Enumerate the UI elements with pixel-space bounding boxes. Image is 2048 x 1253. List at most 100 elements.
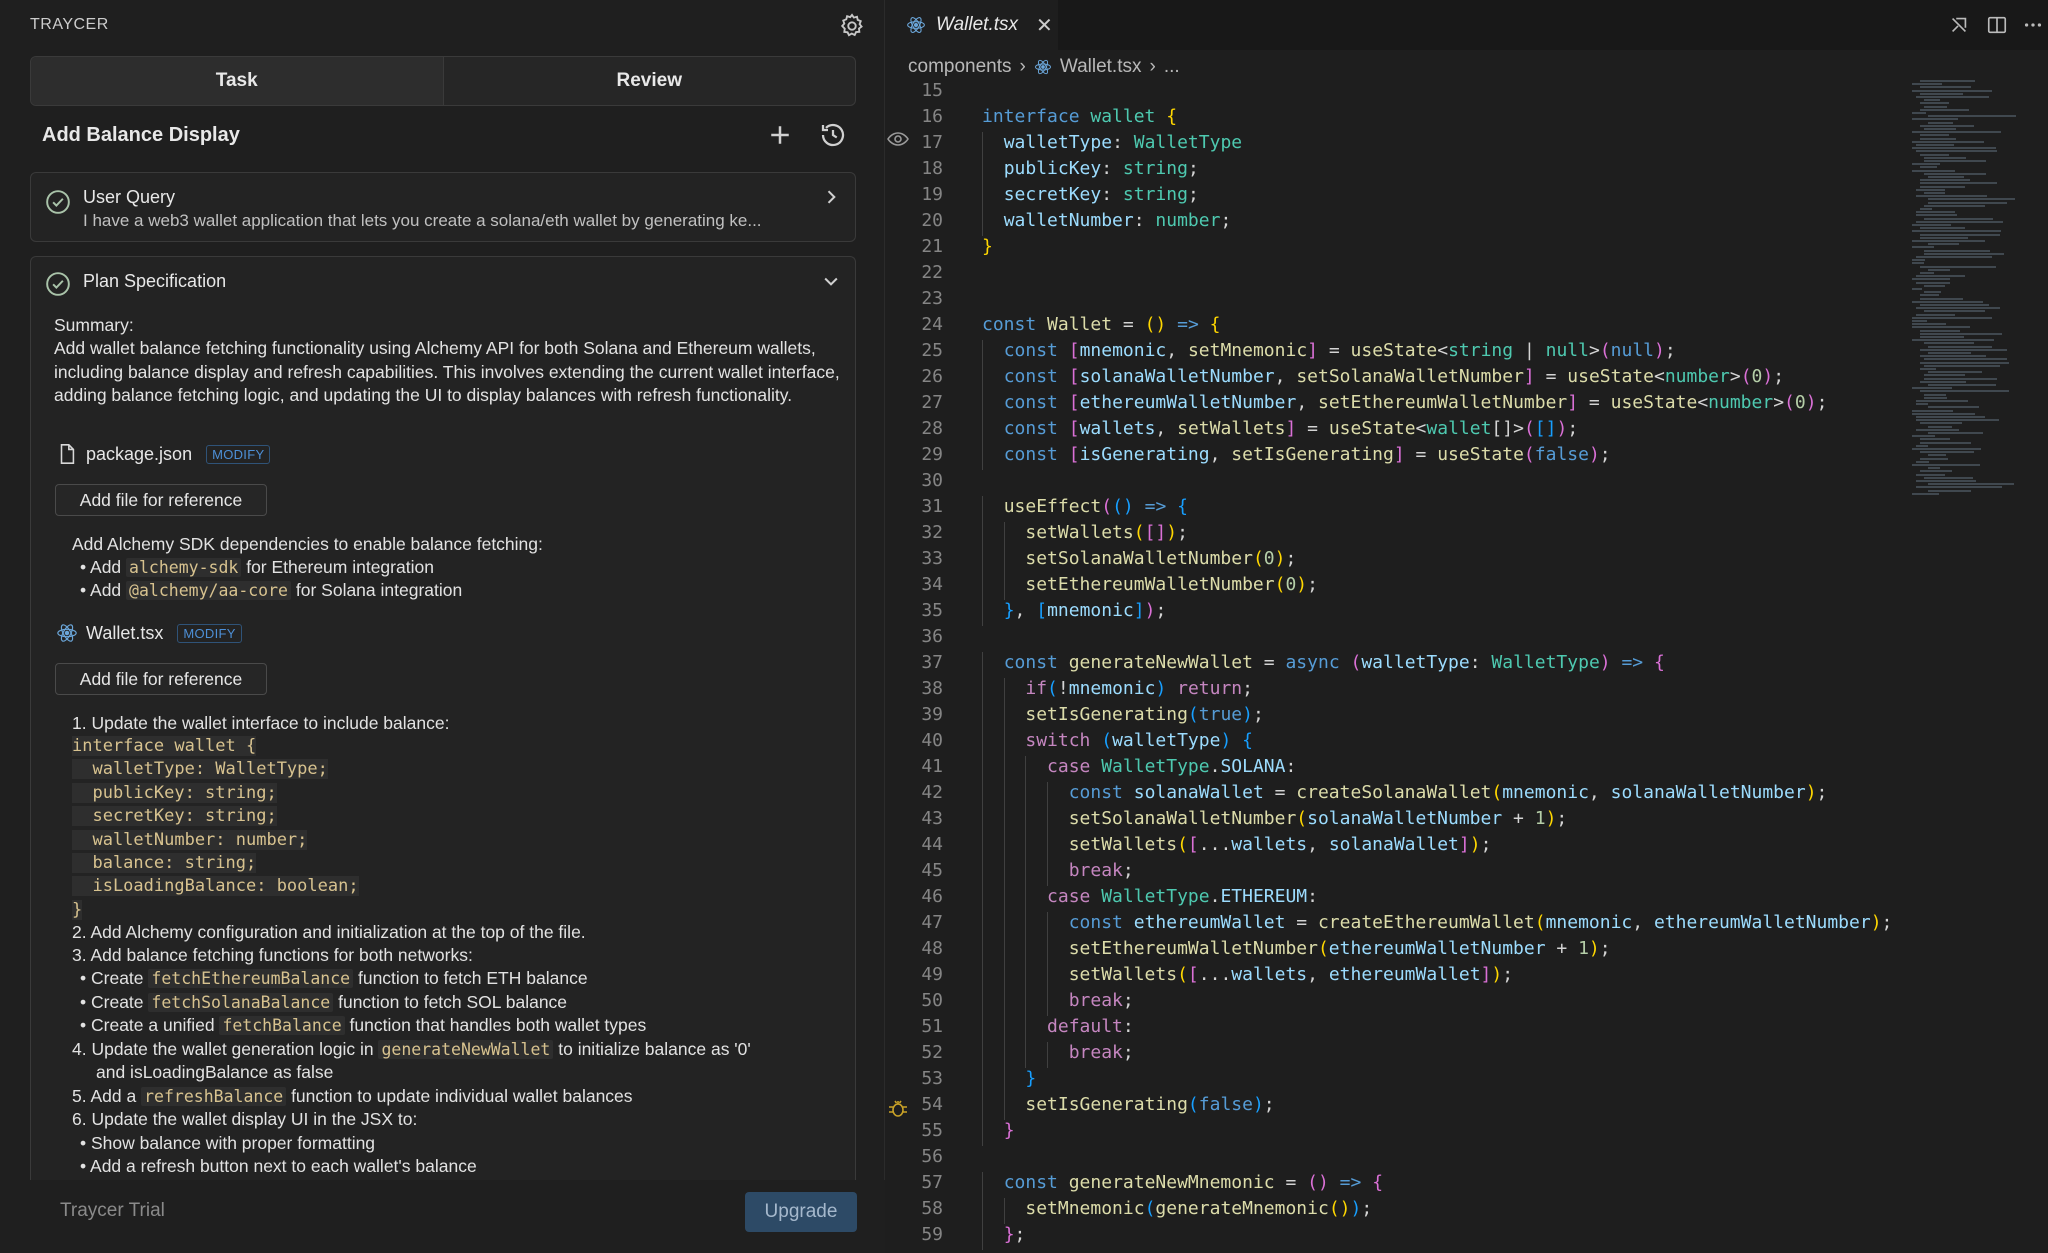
code-line[interactable]: 52 break; <box>886 1042 1906 1068</box>
code-line[interactable]: 42 const solanaWallet = createSolanaWall… <box>886 782 1906 808</box>
add-file-reference-button[interactable]: Add file for reference <box>55 484 267 516</box>
code-line[interactable]: 41 case WalletType.SOLANA: <box>886 756 1906 782</box>
code-line[interactable]: 16 interface wallet { <box>886 106 1906 132</box>
code-line[interactable]: 33 setSolanaWalletNumber(0); <box>886 548 1906 574</box>
code-line[interactable]: 39 setIsGenerating(true); <box>886 704 1906 730</box>
minimap-line <box>1912 435 1936 438</box>
line-number: 58 <box>921 1198 943 1219</box>
code-line[interactable]: 21} <box>886 236 1906 262</box>
trial-label: Traycer Trial <box>60 1200 165 1221</box>
chevron-right-icon[interactable] <box>821 187 841 207</box>
code-line[interactable]: 28 const [wallets, setWallets] = useStat… <box>886 418 1906 444</box>
line-number: 29 <box>921 444 943 465</box>
code-line[interactable]: 18 publicKey: string; <box>886 158 1906 184</box>
code-line[interactable]: 25 const [mnemonic, setMnemonic] = useSt… <box>886 340 1906 366</box>
gear-icon[interactable] <box>838 12 866 40</box>
line-number: 21 <box>921 236 943 257</box>
tab-task[interactable]: Task <box>31 57 444 105</box>
minimap-line <box>1920 470 1953 473</box>
more-icon[interactable] <box>2022 14 2044 36</box>
code-text: break; <box>1068 1042 1134 1063</box>
code-line[interactable]: 54 setIsGenerating(false); <box>886 1094 1906 1120</box>
code-line[interactable]: 59 }; <box>886 1224 1906 1250</box>
code-line[interactable]: 19 secretKey: string; <box>886 184 1906 210</box>
code-line[interactable]: 23 <box>886 288 1906 314</box>
code-line[interactable]: 15 <box>886 80 1906 106</box>
minimap-line <box>1920 304 1990 306</box>
code-line[interactable]: 56 <box>886 1146 1906 1172</box>
minimap-line <box>1920 92 1963 95</box>
chevron-down-icon[interactable] <box>821 271 841 291</box>
minimap-line <box>1912 448 1982 450</box>
code-line[interactable]: 49 setWallets([...wallets, ethereumWalle… <box>886 964 1906 990</box>
minimap-line <box>1928 371 1983 374</box>
code-line[interactable]: 57 const generateNewMnemonic = () => { <box>886 1172 1906 1198</box>
code-line[interactable]: 46 case WalletType.ETHEREUM: <box>886 886 1906 912</box>
compare-icon[interactable] <box>1948 14 1970 36</box>
minimap-line <box>1928 243 1960 246</box>
code-line[interactable]: 47 const ethereumWallet = createEthereum… <box>886 912 1906 938</box>
code-line[interactable]: 36 <box>886 626 1906 652</box>
code-line[interactable]: 43 setSolanaWalletNumber(solanaWalletNum… <box>886 808 1906 834</box>
minimap[interactable] <box>1906 80 2046 500</box>
minimap-line <box>1916 256 1993 258</box>
add-file-reference-button[interactable]: Add file for reference <box>55 663 267 695</box>
code-line[interactable]: 45 break; <box>886 860 1906 886</box>
indent-guide <box>1003 678 1005 704</box>
code-line[interactable]: 40 switch (walletType) { <box>886 730 1906 756</box>
code-text: secretKey: string; <box>1003 184 1199 205</box>
split-editor-icon[interactable] <box>1986 14 2008 36</box>
code-line[interactable]: 20 walletNumber: number; <box>886 210 1906 236</box>
breadcrumb-more[interactable]: ... <box>1164 56 1180 78</box>
user-query-card[interactable]: User Query I have a web3 wallet applicat… <box>30 172 856 242</box>
editor-tab-wallet[interactable]: Wallet.tsx ✕ <box>886 0 1058 50</box>
step-5: 5. Add a refreshBalance function to upda… <box>72 1086 633 1106</box>
code-line[interactable]: 51 default: <box>886 1016 1906 1042</box>
breadcrumb-file[interactable]: Wallet.tsx <box>1060 56 1142 78</box>
minimap-line <box>1924 156 1967 159</box>
history-icon[interactable] <box>818 120 848 150</box>
indent-guide <box>982 574 983 600</box>
code-line[interactable]: 58 setMnemonic(generateMnemonic()); <box>886 1198 1906 1224</box>
minimap-line <box>1912 412 1975 415</box>
eye-icon[interactable] <box>886 127 910 151</box>
code-line[interactable]: 35 }, [mnemonic]); <box>886 600 1906 626</box>
code-line[interactable]: 17 walletType: WalletType <box>886 132 1906 158</box>
code-line[interactable]: 38 if(!mnemonic) return; <box>886 678 1906 704</box>
code-line[interactable]: 50 break; <box>886 990 1906 1016</box>
code-text: const [ethereumWalletNumber, setEthereum… <box>1003 392 1828 413</box>
indent-guide <box>1025 756 1027 782</box>
list-item: • Create fetchSolanaBalance function to … <box>80 992 568 1012</box>
code-line[interactable]: 55 } <box>886 1120 1906 1146</box>
code-text: walletType: WalletType <box>1003 132 1243 153</box>
tab-review[interactable]: Review <box>444 57 856 105</box>
indent-guide <box>982 392 983 418</box>
upgrade-button[interactable]: Upgrade <box>745 1192 857 1232</box>
breadcrumb-folder[interactable]: components <box>908 56 1012 78</box>
code-line[interactable]: 31 useEffect(() => { <box>886 496 1906 522</box>
code-line[interactable]: 22 <box>886 262 1906 288</box>
code-line[interactable]: 26 const [solanaWalletNumber, setSolanaW… <box>886 366 1906 392</box>
close-icon[interactable]: ✕ <box>1036 13 1053 38</box>
code-line[interactable]: 30 <box>886 470 1906 496</box>
code-line[interactable]: 24 const Wallet = () => { <box>886 314 1906 340</box>
list-item: • Add a refresh button next to each wall… <box>80 1156 477 1176</box>
indent-guide <box>982 1224 983 1250</box>
code-line[interactable]: 29 const [isGenerating, setIsGenerating]… <box>886 444 1906 470</box>
minimap-line <box>1920 265 1997 268</box>
code-line[interactable]: 53 } <box>886 1068 1906 1094</box>
code-line[interactable]: 44 setWallets([...wallets, solanaWallet]… <box>886 834 1906 860</box>
plus-icon[interactable] <box>765 120 795 150</box>
bug-icon[interactable] <box>886 1097 910 1121</box>
file-row-wallet-tsx[interactable]: Wallet.tsx MODIFY <box>56 622 242 644</box>
code-line[interactable]: 27 const [ethereumWalletNumber, setEther… <box>886 392 1906 418</box>
indent-guide <box>1025 808 1027 834</box>
indent-guide <box>1003 1068 1005 1094</box>
code-line[interactable]: 37 const generateNewWallet = async (wall… <box>886 652 1906 678</box>
code-line[interactable]: 48 setEthereumWalletNumber(ethereumWalle… <box>886 938 1906 964</box>
file-row-package-json[interactable]: package.json MODIFY <box>56 443 271 465</box>
code-line[interactable]: 32 setWallets([]); <box>886 522 1906 548</box>
line-number: 56 <box>921 1146 943 1167</box>
code-line[interactable]: 34 setEthereumWalletNumber(0); <box>886 574 1906 600</box>
minimap-line <box>1916 419 1999 422</box>
